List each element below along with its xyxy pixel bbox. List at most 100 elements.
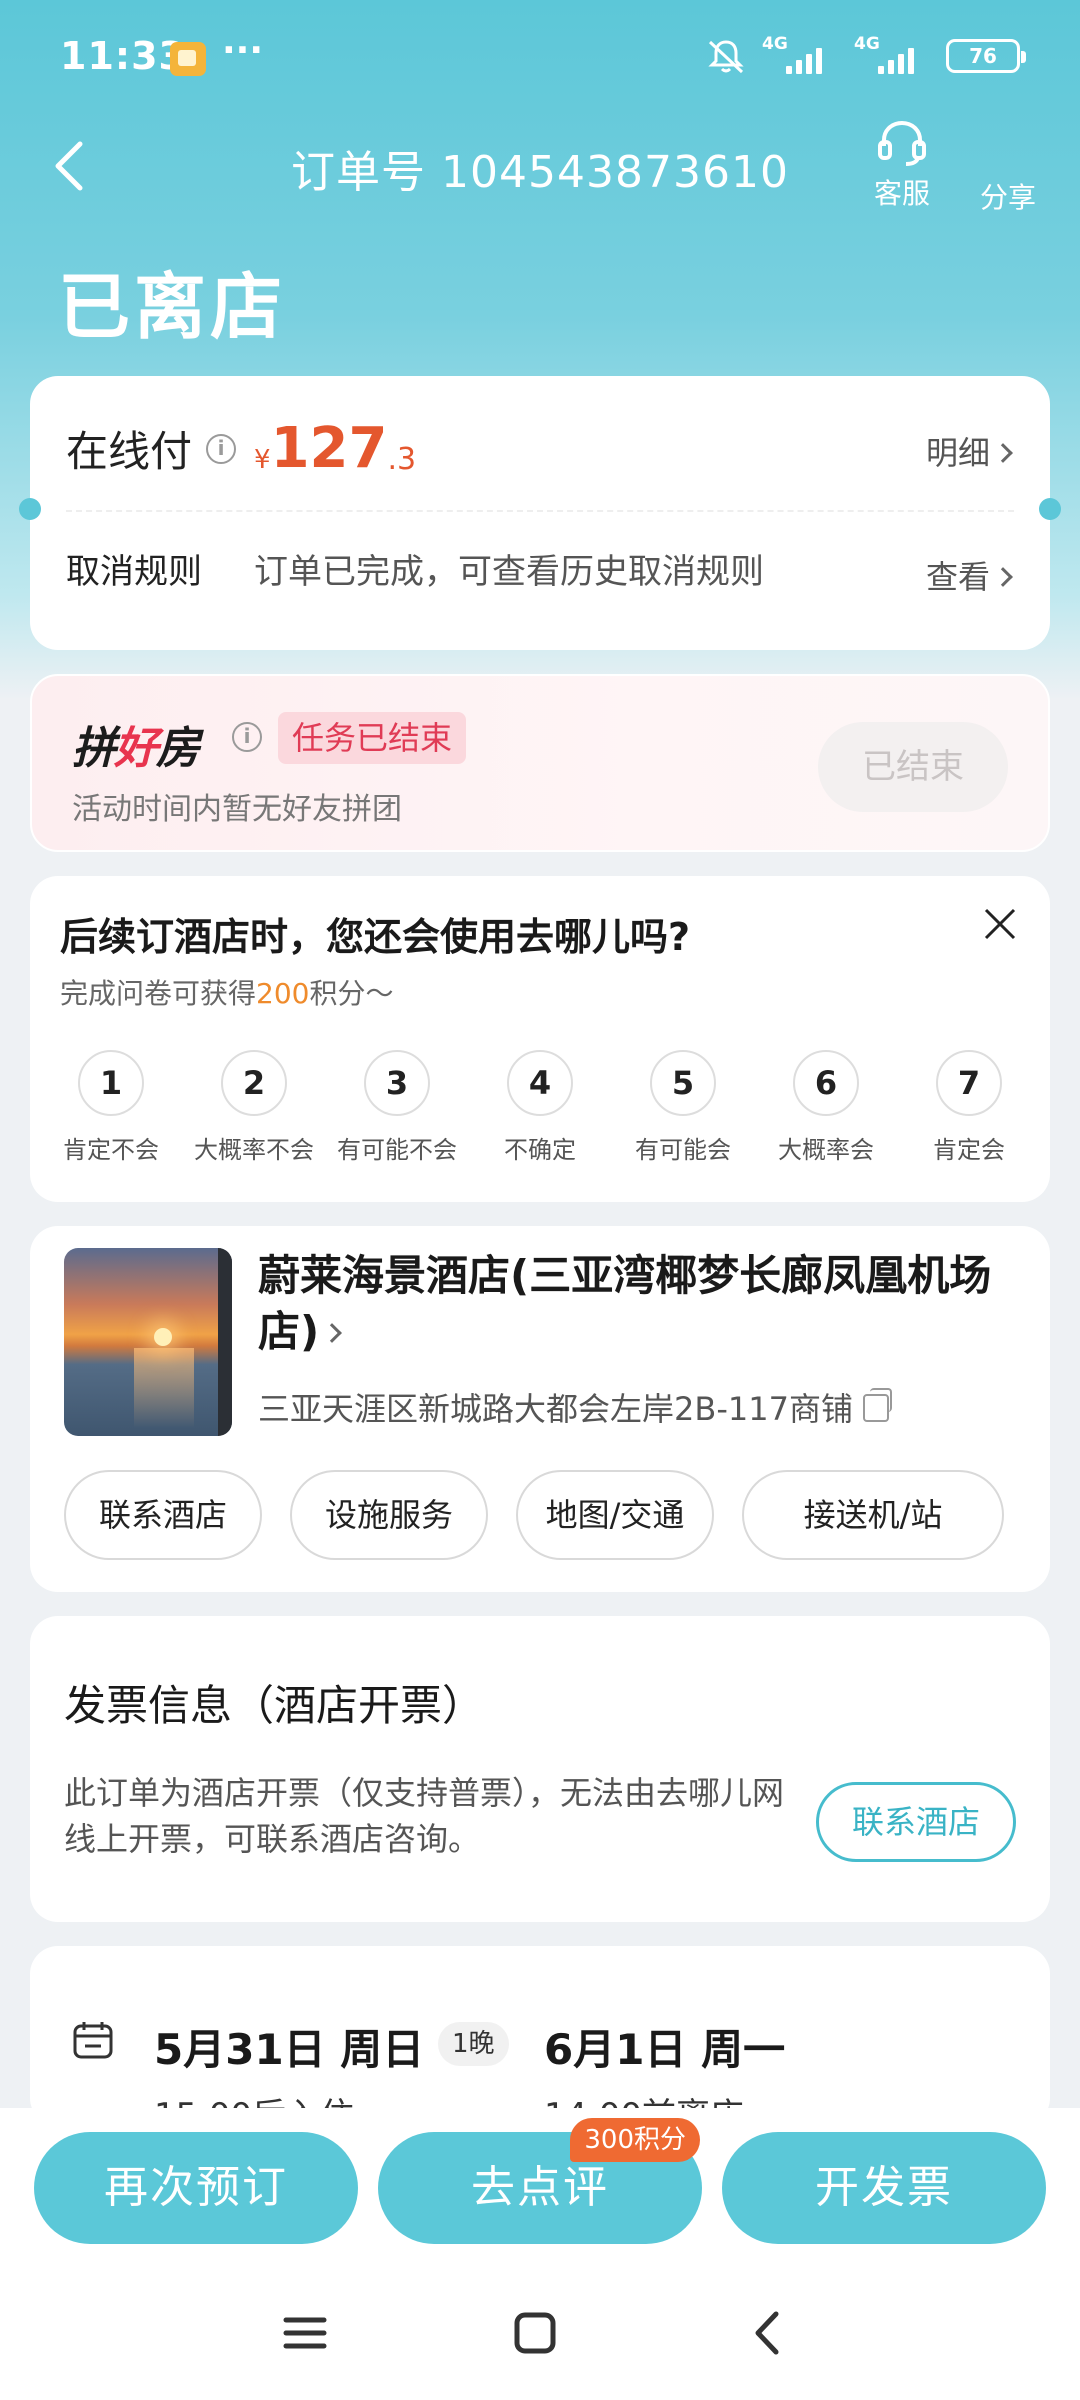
chevron-right-icon bbox=[322, 1322, 343, 1343]
rebook-button[interactable]: 再次预订 bbox=[34, 2132, 358, 2244]
hotel-action-buttons: 联系酒店 设施服务 地图/交通 接送机/站 bbox=[64, 1470, 1004, 1560]
home-icon[interactable] bbox=[500, 2298, 570, 2368]
rating-number: 7 bbox=[936, 1050, 1002, 1116]
price-decimal: .3 bbox=[387, 442, 417, 477]
customer-service-label: 客服 bbox=[873, 177, 930, 210]
rating-label: 有可能不会 bbox=[337, 1136, 457, 1164]
share-button[interactable]: 分享 bbox=[970, 176, 1046, 216]
price-detail-label: 明细 bbox=[925, 434, 990, 472]
invoice-card: 发票信息（酒店开票） 此订单为酒店开票（仅支持普票），无法由去哪儿网线上开票，可… bbox=[30, 1616, 1050, 1922]
headset-icon bbox=[878, 120, 926, 166]
cancel-policy-view-link[interactable]: 查看 bbox=[926, 552, 1013, 598]
issue-invoice-button[interactable]: 开发票 bbox=[722, 2132, 1046, 2244]
copy-icon[interactable] bbox=[862, 1388, 892, 1422]
task-ended-badge: 任务已结束 bbox=[278, 712, 467, 764]
rating-label: 大概率不会 bbox=[194, 1136, 314, 1164]
rating-number: 4 bbox=[507, 1050, 573, 1116]
rating-number: 2 bbox=[221, 1050, 287, 1116]
hotel-address: 三亚天涯区新城路大都会左岸2B-117商铺 bbox=[258, 1390, 853, 1428]
review-points-badge: 300积分 bbox=[570, 2118, 700, 2162]
invoice-text: 此订单为酒店开票（仅支持普票），无法由去哪儿网线上开票，可联系酒店咨询。 bbox=[64, 1774, 785, 1858]
survey-card: 后续订酒店时，您还会使用去哪儿吗? 完成问卷可获得200积分～ 1 肯定不会 2 大… bbox=[30, 876, 1050, 1202]
status-bar: 11:33 ··· 4G 4G 76 bbox=[0, 0, 1080, 120]
hotel-address-row: 三亚天涯区新城路大都会左岸2B-117商铺 bbox=[258, 1384, 892, 1430]
checkin-date: 5月31日 周日 bbox=[154, 2025, 425, 2074]
rating-number: 3 bbox=[364, 1050, 430, 1116]
cancel-policy-label: 取消规则 bbox=[66, 552, 202, 592]
rating-number: 1 bbox=[78, 1050, 144, 1116]
facilities-button[interactable]: 设施服务 bbox=[290, 1470, 488, 1560]
close-icon[interactable] bbox=[978, 902, 1022, 946]
logo-char-2: 好 bbox=[114, 723, 158, 774]
airport-transfer-button[interactable]: 接送机/站 bbox=[742, 1470, 1004, 1560]
payment-card: 在线付 i ¥ 127 .3 明细 取消规则 订单已完成，可查看历史取消规则 查… bbox=[19, 376, 1061, 650]
mute-bell-icon bbox=[708, 40, 744, 74]
notification-app-icon bbox=[170, 42, 206, 76]
logo-char-1: 拼 bbox=[72, 723, 116, 774]
rating-option-6[interactable]: 6 大概率会 bbox=[761, 1050, 891, 1165]
hotel-card: 蔚莱海景酒店(三亚湾椰梦长廊凤凰机场店) 三亚天涯区新城路大都会左岸2B-117… bbox=[30, 1226, 1050, 1592]
invoice-contact-hotel-button[interactable]: 联系酒店 bbox=[816, 1782, 1016, 1862]
chevron-right-icon bbox=[993, 443, 1013, 463]
group-buy-subtitle: 活动时间内暂无好友拼团 bbox=[72, 792, 402, 827]
survey-points: 200 bbox=[256, 977, 310, 1010]
signal-label: 4G bbox=[762, 34, 788, 54]
group-buy-card: 拼好房 i 任务已结束 活动时间内暂无好友拼团 已结束 bbox=[30, 674, 1050, 852]
ticket-notch-left bbox=[19, 498, 41, 520]
write-review-label: 去点评 bbox=[471, 2162, 609, 2213]
rating-option-7[interactable]: 7 肯定会 bbox=[904, 1050, 1034, 1165]
rating-option-4[interactable]: 4 不确定 bbox=[475, 1050, 605, 1165]
customer-service-button[interactable]: 客服 bbox=[866, 118, 938, 212]
group-buy-ended-button[interactable]: 已结束 bbox=[818, 722, 1008, 812]
status-time: 11:33 bbox=[60, 34, 186, 78]
cancel-policy-text: 订单已完成，可查看历史取消规则 bbox=[254, 552, 764, 592]
price-detail-link[interactable]: 明细 bbox=[925, 428, 1013, 474]
back-nav-icon[interactable] bbox=[732, 2298, 802, 2368]
rating-number: 6 bbox=[793, 1050, 859, 1116]
signal-label-2: 4G bbox=[854, 34, 880, 54]
more-notifications-icon: ··· bbox=[222, 30, 264, 71]
rating-number: 5 bbox=[650, 1050, 716, 1116]
checkout-date: 6月1日 周一 bbox=[544, 2025, 786, 2074]
hotel-photo[interactable] bbox=[64, 1248, 232, 1436]
signal-4g-icon: 4G bbox=[762, 34, 838, 74]
chevron-right-icon bbox=[993, 567, 1013, 587]
system-navigation-bar bbox=[0, 2268, 1080, 2400]
rating-scale: 1 肯定不会 2 大概率不会 3 有可能不会 4 不确定 5 有可能会 6 大概率会 7 肯定… bbox=[46, 1050, 1034, 1165]
hotel-name-link[interactable]: 蔚莱海景酒店(三亚湾椰梦长廊凤凰机场店) bbox=[258, 1248, 1018, 1360]
rating-label: 肯定不会 bbox=[63, 1136, 159, 1164]
order-status-title: 已离店 bbox=[58, 265, 287, 349]
invoice-title: 发票信息（酒店开票） bbox=[64, 1681, 485, 1730]
rating-option-3[interactable]: 3 有可能不会 bbox=[332, 1050, 462, 1165]
survey-subtitle: 完成问卷可获得200积分～ bbox=[60, 972, 393, 1012]
divider bbox=[66, 510, 1014, 512]
signal-4g-icon-2: 4G bbox=[854, 34, 930, 74]
rating-option-1[interactable]: 1 肯定不会 bbox=[46, 1050, 176, 1165]
rating-label: 大概率会 bbox=[778, 1136, 874, 1164]
rating-label: 不确定 bbox=[504, 1136, 576, 1164]
rating-option-5[interactable]: 5 有可能会 bbox=[618, 1050, 748, 1165]
survey-question: 后续订酒店时，您还会使用去哪儿吗? bbox=[60, 915, 691, 959]
nights-badge: 1晚 bbox=[438, 2022, 509, 2066]
price-integer: 127 bbox=[270, 416, 388, 481]
group-buy-info-icon[interactable]: i bbox=[232, 722, 262, 752]
ticket-notch-right bbox=[1039, 498, 1061, 520]
rating-option-2[interactable]: 2 大概率不会 bbox=[189, 1050, 319, 1165]
info-icon[interactable]: i bbox=[206, 433, 237, 464]
rating-label: 肯定会 bbox=[933, 1136, 1005, 1164]
payment-row: 在线付 i ¥ 127 .3 bbox=[66, 416, 416, 481]
menu-icon[interactable] bbox=[270, 2298, 340, 2368]
survey-subtitle-suffix: 积分～ bbox=[309, 977, 394, 1010]
calendar-icon bbox=[73, 2022, 113, 2059]
map-transport-button[interactable]: 地图/交通 bbox=[516, 1470, 714, 1560]
logo-char-3: 房 bbox=[156, 723, 200, 774]
stay-dates-card: 5月31日 周日 1晚 6月1日 周一 15:00后入住 14:00前离店 bbox=[30, 1946, 1050, 2136]
contact-hotel-button[interactable]: 联系酒店 bbox=[64, 1470, 262, 1560]
survey-subtitle-prefix: 完成问卷可获得 bbox=[60, 977, 257, 1010]
bottom-action-bar: 再次预订 去点评 300积分 开发票 bbox=[0, 2108, 1080, 2268]
battery-icon: 76 bbox=[946, 39, 1026, 73]
write-review-button[interactable]: 去点评 300积分 bbox=[378, 2118, 702, 2244]
price-currency: ¥ bbox=[254, 445, 271, 475]
group-buy-logo: 拼好房 bbox=[72, 712, 200, 776]
hotel-name: 蔚莱海景酒店(三亚湾椰梦长廊凤凰机场店) bbox=[258, 1251, 992, 1356]
